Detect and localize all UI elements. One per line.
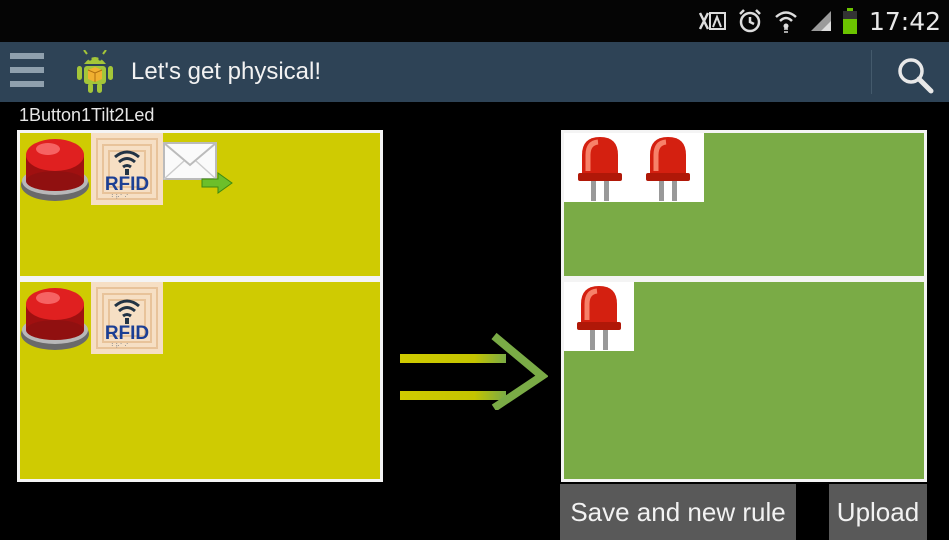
signal-icon: [809, 9, 833, 33]
led-icon-group: [564, 282, 634, 351]
red-push-button-icon: [20, 133, 90, 203]
action-panel-1[interactable]: [561, 130, 927, 279]
red-led-icon: [572, 135, 628, 201]
rfid-tag-icon: RFID ⠃⠗⠁⠊: [91, 282, 163, 354]
upload-button[interactable]: Upload: [829, 484, 927, 540]
status-bar: 17:42: [0, 0, 949, 42]
svg-text:RFID: RFID: [105, 174, 149, 195]
nfc-icon: [697, 9, 727, 33]
battery-icon: [842, 8, 857, 34]
red-push-button-icon: [20, 282, 90, 352]
condition-panel-1[interactable]: RFID ⠃⠗⠁⠊: [17, 130, 383, 279]
svg-text:⠃⠗⠁⠊: ⠃⠗⠁⠊: [111, 194, 129, 201]
action-bar-divider: [871, 50, 872, 94]
wifi-icon: [773, 8, 799, 34]
red-led-icon: [571, 284, 627, 350]
rule-name: 1Button1Tilt2Led: [19, 105, 155, 125]
search-icon[interactable]: [895, 55, 935, 95]
save-and-new-rule-button[interactable]: Save and new rule: [560, 484, 796, 540]
clock: 17:42: [868, 6, 941, 36]
rfid-tag-icon: RFID ⠃⠗⠁⠊: [91, 133, 163, 205]
svg-text:⠃⠗⠁⠊: ⠃⠗⠁⠊: [111, 343, 129, 350]
menu-icon[interactable]: [10, 53, 44, 93]
svg-text:RFID: RFID: [105, 323, 149, 344]
condition-panel-2[interactable]: RFID ⠃⠗⠁⠊: [17, 279, 383, 482]
led-icon-group: [564, 133, 704, 202]
red-led-icon: [640, 135, 696, 201]
alarm-icon: [737, 8, 763, 34]
action-panel-2[interactable]: [561, 279, 927, 482]
app-title: Let's get physical!: [131, 58, 322, 85]
envelope-send-icon: [162, 139, 236, 195]
android-app-icon: [74, 49, 116, 94]
rule-arrow-icon: [398, 330, 549, 412]
